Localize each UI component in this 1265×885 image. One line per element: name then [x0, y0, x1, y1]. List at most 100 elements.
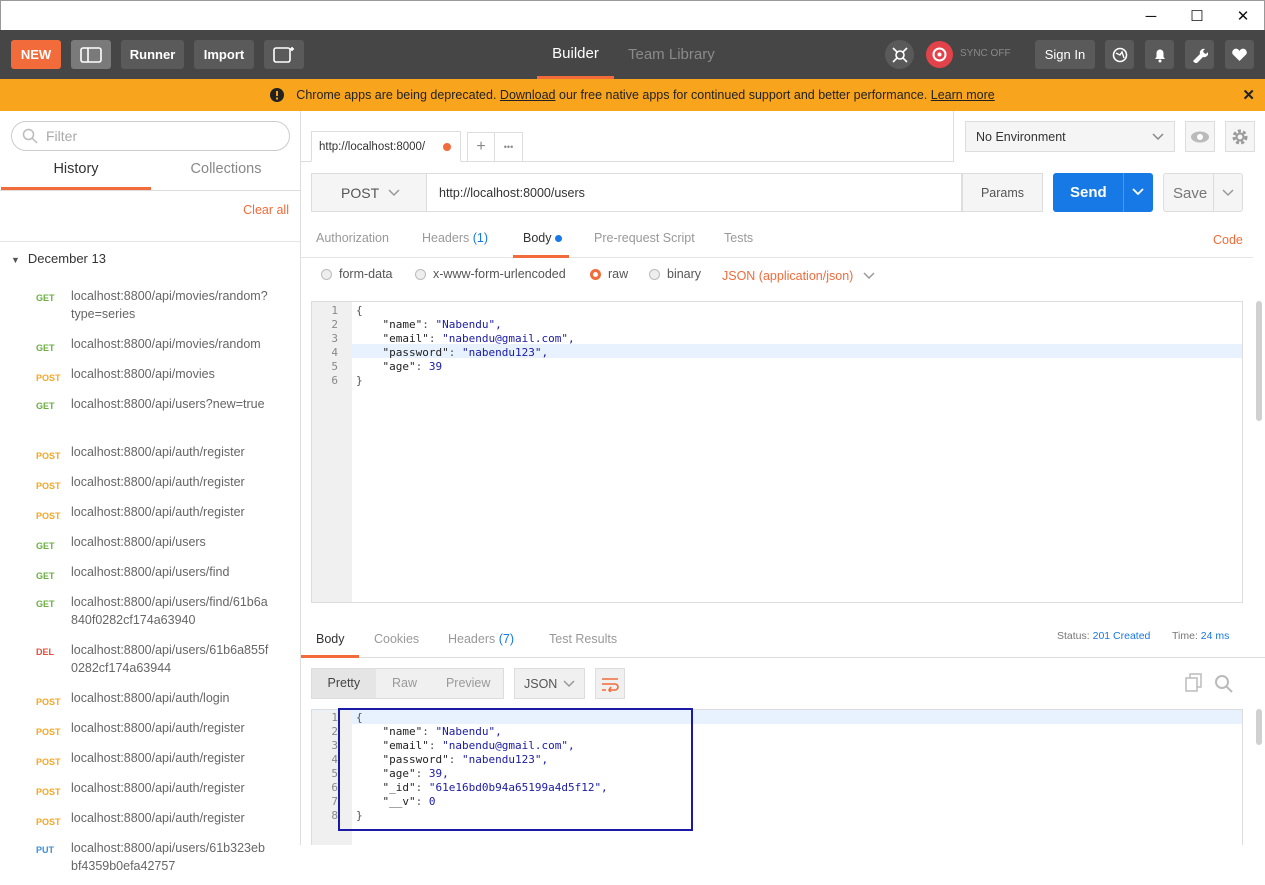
response-tab-tests[interactable]: Test Results [549, 632, 617, 646]
runner-status-button[interactable] [1105, 40, 1134, 69]
response-tab-cookies[interactable]: Cookies [374, 632, 419, 646]
environment-quicklook-button[interactable] [1185, 121, 1215, 152]
more-tabs-button[interactable]: ••• [495, 133, 522, 161]
send-button[interactable]: Send [1053, 173, 1153, 212]
history-item[interactable]: POST localhost:8800/api/auth/register [0, 777, 290, 807]
tab-team-library[interactable]: Team Library [628, 30, 715, 79]
format-value: JSON [524, 676, 558, 691]
history-item[interactable]: GET localhost:8800/api/users/find/61b6a84… [0, 591, 290, 639]
history-item[interactable]: GET localhost:8800/api/users/find [0, 561, 290, 591]
tab-headers[interactable]: Headers (1) [422, 231, 488, 245]
tab-builder[interactable]: Builder [537, 30, 614, 79]
code-line: 6} [312, 374, 1242, 388]
line-number: 1 [312, 304, 352, 318]
maximize-button[interactable]: ☐ [1174, 1, 1220, 31]
request-tab[interactable]: http://localhost:8000/ [311, 131, 461, 162]
tab-authorization[interactable]: Authorization [316, 231, 389, 245]
history-item[interactable]: POST localhost:8800/api/auth/register [0, 441, 290, 471]
tab-collections[interactable]: Collections [151, 161, 301, 189]
notifications-button[interactable] [1145, 40, 1174, 69]
minimize-button[interactable]: ─ [1128, 1, 1174, 31]
chevron-down-icon[interactable] [1222, 189, 1234, 197]
scrollbar[interactable] [1256, 709, 1262, 745]
tab-body-label: Body [523, 231, 552, 245]
history-item[interactable]: POST localhost:8800/api/auth/register [0, 807, 290, 837]
save-button[interactable]: Save [1163, 173, 1243, 212]
radio-circle-icon [415, 268, 426, 280]
sign-in-button[interactable]: Sign In [1035, 40, 1095, 69]
history-url: localhost:8800/api/movies [71, 367, 215, 381]
download-link[interactable]: Download [500, 88, 556, 102]
history-item[interactable]: PUT localhost:8800/api/users/61b323ebbf43… [0, 837, 290, 885]
sync-button[interactable] [926, 41, 953, 68]
time-readout: Time: 24 ms [1172, 630, 1229, 642]
preview-button[interactable]: Preview [433, 669, 503, 698]
tab-history[interactable]: History [1, 161, 151, 190]
response-tab-body[interactable]: Body [301, 629, 359, 658]
history-item[interactable]: POST localhost:8800/api/auth/register [0, 717, 290, 747]
radio-form-data[interactable]: form-data [321, 267, 393, 281]
history-item[interactable]: POST localhost:8800/api/auth/register [0, 501, 290, 531]
chevron-down-icon [388, 189, 400, 197]
history-item[interactable]: GET localhost:8800/api/movies/random [0, 333, 290, 363]
history-item[interactable]: GET localhost:8800/api/users?new=true [0, 393, 290, 441]
add-tab-button[interactable]: + [468, 133, 496, 161]
interceptor-button[interactable] [885, 40, 914, 69]
radio-raw[interactable]: raw [590, 267, 628, 281]
manage-environments-button[interactable] [1225, 121, 1255, 152]
tab-tests[interactable]: Tests [724, 231, 753, 245]
history-url: localhost:8800/api/auth/register [71, 721, 245, 735]
globe-icon [1112, 47, 1127, 62]
favorites-button[interactable] [1225, 40, 1254, 69]
params-button[interactable]: Params [962, 173, 1043, 212]
history-item[interactable]: GET localhost:8800/api/users [0, 531, 290, 561]
import-button[interactable]: Import [194, 40, 254, 69]
tab-prerequest[interactable]: Pre-request Script [594, 231, 695, 245]
tab-body[interactable]: Body [513, 223, 569, 258]
radio-binary[interactable]: binary [649, 267, 701, 281]
settings-button[interactable] [1185, 40, 1214, 69]
request-body-editor[interactable]: 1{2 "name": "Nabendu", 3 "email": "nabend… [311, 301, 1243, 603]
filter-input[interactable]: Filter [11, 121, 290, 151]
history-item[interactable]: GET localhost:8800/api/movies/random?type… [0, 285, 290, 333]
raw-button[interactable]: Raw [376, 669, 434, 698]
method-select[interactable]: POST [311, 173, 427, 212]
code-link[interactable]: Code [1213, 233, 1243, 247]
clear-all-link[interactable]: Clear all [243, 203, 289, 217]
pretty-button[interactable]: Pretty [312, 669, 376, 698]
banner-close-button[interactable]: ✕ [1242, 86, 1255, 104]
method-badge: PUT [36, 845, 54, 855]
history-item[interactable]: DEL localhost:8800/api/users/61b6a855f028… [0, 639, 290, 687]
scrollbar[interactable] [1256, 301, 1262, 421]
wrap-lines-button[interactable] [595, 668, 625, 699]
new-window-icon [273, 46, 294, 63]
content-type-select[interactable]: JSON (application/json) [722, 269, 875, 283]
sync-status: SYNC OFF [960, 48, 1011, 59]
environment-select[interactable]: No Environment [965, 121, 1175, 152]
search-icon[interactable] [1214, 674, 1234, 694]
learn-more-link[interactable]: Learn more [931, 88, 995, 102]
runner-button[interactable]: Runner [121, 40, 184, 69]
chevron-down-icon[interactable] [1132, 188, 1144, 196]
history-group-header[interactable]: ▼ December 13 [11, 251, 106, 266]
copy-icon[interactable] [1185, 673, 1203, 693]
url-input[interactable]: http://localhost:8000/users [427, 173, 962, 212]
history-item[interactable]: POST localhost:8800/api/auth/register [0, 471, 290, 501]
history-url: localhost:8800/api/users/find/61b6a840f0… [71, 595, 268, 627]
radio-circle-icon [649, 268, 660, 280]
close-window-button[interactable]: ✕ [1220, 1, 1265, 31]
new-button[interactable]: NEW [11, 40, 61, 69]
sidebar-toggle-button[interactable] [71, 40, 111, 69]
history-item[interactable]: POST localhost:8800/api/auth/register [0, 747, 290, 777]
history-item[interactable]: POST localhost:8800/api/movies [0, 363, 290, 393]
response-tab-headers[interactable]: Headers (7) [448, 632, 514, 646]
new-window-button[interactable] [264, 40, 304, 69]
radio-urlencoded[interactable]: x-www-form-urlencoded [415, 267, 566, 281]
method-badge: GET [36, 293, 55, 303]
history-item[interactable]: POST localhost:8800/api/auth/login [0, 687, 290, 717]
environment-value: No Environment [976, 129, 1066, 144]
method-badge: POST [36, 787, 61, 797]
format-select[interactable]: JSON [514, 668, 585, 699]
history-url: localhost:8800/api/users/61b323ebbf4359b… [71, 841, 265, 873]
method-badge: GET [36, 401, 55, 411]
